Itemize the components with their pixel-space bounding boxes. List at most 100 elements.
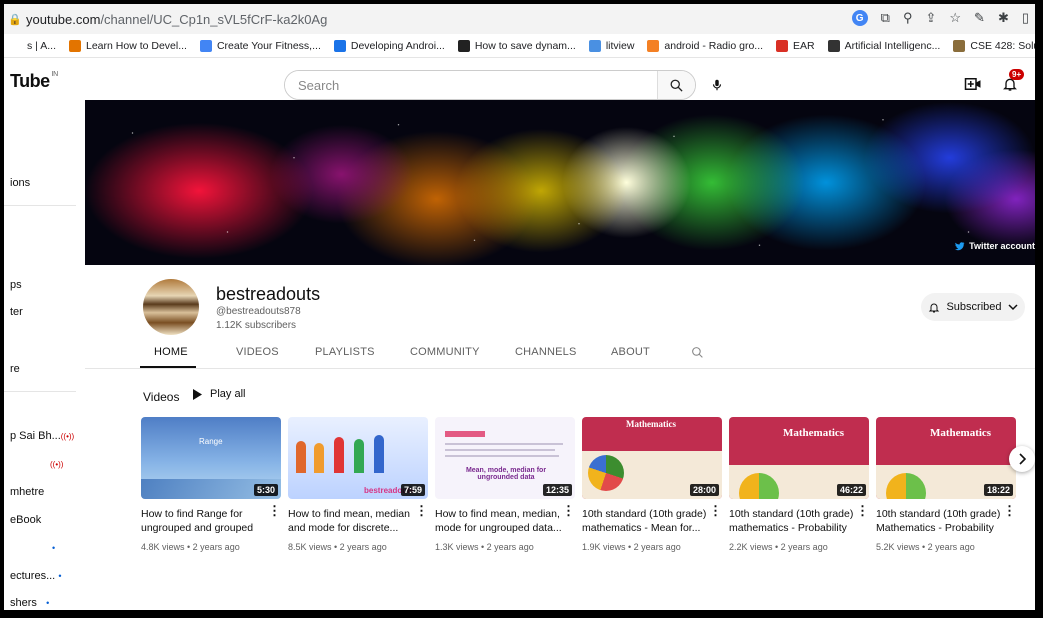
puzzle-icon[interactable]: ✱	[998, 10, 1009, 26]
more-actions-icon[interactable]: ⋮	[1003, 504, 1016, 517]
play-all-button[interactable]: Play all	[192, 388, 245, 400]
thumbnail-decor	[445, 449, 555, 451]
bookmark-item[interactable]: How to save dynam...	[457, 39, 576, 52]
sidebar-item[interactable]: re	[10, 363, 20, 375]
create-video-button[interactable]	[962, 73, 984, 95]
tab-community[interactable]: COMMUNITY	[410, 346, 480, 358]
video-thumbnail[interactable]: Mean, mode, median for ungrounded data 1…	[435, 417, 575, 499]
install-icon[interactable]: ⧉	[881, 10, 890, 26]
video-card[interactable]: Mathematics 28:00 10th standard (10th gr…	[582, 417, 722, 552]
bookmark-item[interactable]: CSE 428: Solutions t...	[953, 39, 1035, 52]
bookmark-favicon-icon	[588, 39, 601, 52]
video-plus-icon	[964, 78, 981, 90]
side-panel-icon[interactable]: ▯	[1022, 10, 1029, 26]
bookmark-item[interactable]: litview	[588, 39, 635, 52]
tab-about[interactable]: ABOUT	[611, 346, 650, 358]
sidebar-divider	[4, 391, 76, 392]
bookmark-star-icon[interactable]: ☆	[949, 10, 961, 26]
more-actions-icon[interactable]: ⋮	[709, 504, 722, 517]
channel-avatar[interactable]	[143, 279, 199, 335]
bell-icon	[929, 303, 940, 312]
shelf-next-button[interactable]	[1009, 446, 1035, 472]
bookmark-item[interactable]: Create Your Fitness,...	[199, 39, 321, 52]
more-actions-icon[interactable]: ⋮	[415, 504, 428, 517]
video-thumbnail[interactable]: Mathematics 46:22	[729, 417, 869, 499]
video-title[interactable]: 10th standard (10th grade) Mathematics -…	[876, 507, 1004, 535]
video-title[interactable]: 10th standard (10th grade) mathematics -…	[729, 507, 857, 535]
bookmark-label: Artificial Intelligenc...	[844, 39, 941, 52]
bookmark-item[interactable]: s | A...	[10, 39, 56, 52]
video-thumbnail[interactable]: Mathematics 28:00	[582, 417, 722, 499]
search-button[interactable]	[657, 71, 695, 99]
shelf-title[interactable]: Videos	[143, 390, 179, 404]
video-card[interactable]: Mathematics 46:22 10th standard (10th gr…	[729, 417, 869, 552]
bookmark-favicon-icon	[953, 39, 966, 52]
play-icon	[193, 388, 202, 400]
video-card[interactable]: Mathematics 18:22 10th standard (10th gr…	[876, 417, 1016, 552]
bookmark-item[interactable]: android - Radio gro...	[647, 39, 764, 52]
sidebar-item[interactable]: ps	[10, 279, 22, 291]
twitter-icon	[955, 241, 965, 250]
tab-channels[interactable]: CHANNELS	[515, 346, 577, 358]
video-title[interactable]: 10th standard (10th grade) mathematics -…	[582, 507, 710, 535]
channel-tabs: HOME VIDEOS PLAYLISTS COMMUNITY CHANNELS…	[85, 337, 1035, 369]
channel-search-icon[interactable]	[691, 346, 704, 359]
chevron-right-icon	[1019, 453, 1026, 465]
bookmark-label: litview	[605, 39, 635, 52]
youtube-logo[interactable]: Tube IN	[10, 71, 58, 92]
subscribed-label: Subscribed	[946, 301, 1002, 313]
subscribed-button[interactable]: Subscribed	[921, 293, 1025, 321]
more-actions-icon[interactable]: ⋮	[856, 504, 869, 517]
video-thumbnail[interactable]: Mathematics 18:22	[876, 417, 1016, 499]
more-actions-icon[interactable]: ⋮	[562, 504, 575, 517]
voice-search-button[interactable]	[704, 72, 730, 98]
sidebar-subscription[interactable]: eBook	[10, 514, 41, 526]
bookmark-item[interactable]: Artificial Intelligenc...	[827, 39, 941, 52]
new-content-dot: •	[58, 571, 62, 581]
bookmark-item[interactable]: Developing Androi...	[333, 39, 445, 52]
bookmarks-bar: s | A... Learn How to Devel... Create Your…	[4, 34, 1035, 58]
more-actions-icon[interactable]: ⋮	[268, 504, 281, 517]
sidebar-subscription[interactable]: p Sai Bh...((•))	[10, 430, 74, 442]
sidebar-subscription[interactable]: mhetre	[10, 486, 44, 498]
video-title[interactable]: How to find Range for ungrouped and grou…	[141, 507, 269, 535]
thumbnail-decor	[445, 431, 485, 437]
zoom-icon[interactable]: ⚲	[903, 10, 913, 26]
tab-playlists[interactable]: PLAYLISTS	[315, 346, 375, 358]
lock-icon: 🔒	[8, 13, 22, 26]
bookmark-favicon-icon	[69, 39, 81, 52]
sidebar-item[interactable]: ter	[10, 306, 23, 318]
bookmark-label: CSE 428: Solutions t...	[970, 39, 1035, 52]
banner-stars	[85, 100, 1035, 265]
video-card[interactable]: Mean, mode, median for ungrounded data 1…	[435, 417, 575, 552]
thumbnail-text: Mathematics	[626, 419, 676, 429]
extension-icon[interactable]: ✎	[974, 10, 985, 26]
video-duration: 28:00	[689, 484, 719, 496]
banner-link[interactable]: Twitter account	[955, 241, 1035, 251]
video-title[interactable]: How to find mean, median and mode for di…	[288, 507, 416, 535]
sidebar-live-indicator: ((•))	[50, 458, 63, 470]
video-card[interactable]: Range 5:30 How to find Range for ungroup…	[141, 417, 281, 552]
search-input[interactable]	[285, 71, 657, 99]
channel-name: bestreadouts	[216, 284, 321, 304]
url-text[interactable]: youtube.com/channel/UC_Cp1n_sVL5fCrF-ka2…	[26, 12, 327, 27]
channel-banner: Twitter account	[85, 100, 1035, 265]
video-thumbnail[interactable]: bestreadouts 7:59	[288, 417, 428, 499]
bookmark-item[interactable]: EAR	[776, 39, 815, 52]
google-icon[interactable]: G	[851, 10, 868, 26]
notification-badge: 9+	[1009, 69, 1025, 80]
bookmark-item[interactable]: Learn How to Devel...	[69, 39, 187, 52]
search-box	[284, 70, 696, 100]
tab-home[interactable]: HOME	[154, 346, 188, 358]
share-icon[interactable]: ⇪	[925, 10, 936, 26]
address-bar[interactable]: 🔒 youtube.com/channel/UC_Cp1n_sVL5fCrF-k…	[4, 4, 1035, 34]
tab-videos[interactable]: VIDEOS	[236, 346, 279, 358]
video-card[interactable]: bestreadouts 7:59 How to find mean, medi…	[288, 417, 428, 552]
sidebar-subscription[interactable]: ectures... •	[10, 570, 61, 582]
figure-1	[296, 441, 306, 473]
bookmark-label: android - Radio gro...	[664, 39, 764, 52]
video-thumbnail[interactable]: Range 5:30	[141, 417, 281, 499]
sidebar-subscription[interactable]: shers •	[10, 597, 49, 609]
sidebar-item[interactable]: ions	[10, 177, 30, 189]
video-title[interactable]: How to find mean, median, mode for ungro…	[435, 507, 563, 535]
